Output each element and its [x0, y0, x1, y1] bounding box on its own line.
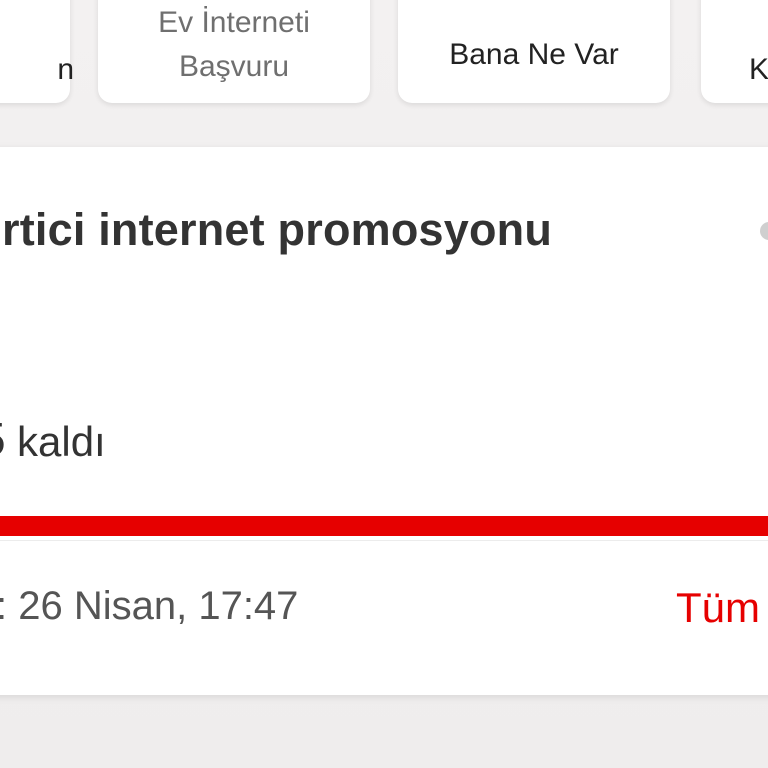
remaining-amount: 5: [0, 412, 6, 466]
quick-action-label: K: [749, 53, 768, 86]
quick-action-home-internet-apply[interactable]: Ev İnterneti Başvuru: [98, 0, 370, 103]
quick-action-label: n: [57, 53, 74, 86]
usage-progress-fill: [0, 516, 768, 536]
see-all-link[interactable]: Tüm: [676, 584, 760, 632]
usage-progress-bar: [0, 516, 768, 536]
quick-action-bana-ne-var[interactable]: Bana Ne Var: [398, 0, 670, 103]
remaining-label: kaldı: [17, 418, 106, 465]
last-updated-timestamp: : 26 Nisan, 17:47: [0, 584, 299, 628]
home-screen: n Ev İnterneti Başvuru Bana Ne Var K rti…: [0, 0, 768, 768]
promo-title: rtici internet promosyonu: [2, 204, 553, 255]
quick-action-tile-1[interactable]: n: [0, 0, 74, 103]
quick-action-label: Bana Ne Var: [449, 37, 619, 71]
quick-action-label: Ev İnterneti Başvuru: [158, 5, 310, 83]
divider: [0, 540, 768, 541]
quick-action-tile-4[interactable]: K: [701, 0, 768, 103]
